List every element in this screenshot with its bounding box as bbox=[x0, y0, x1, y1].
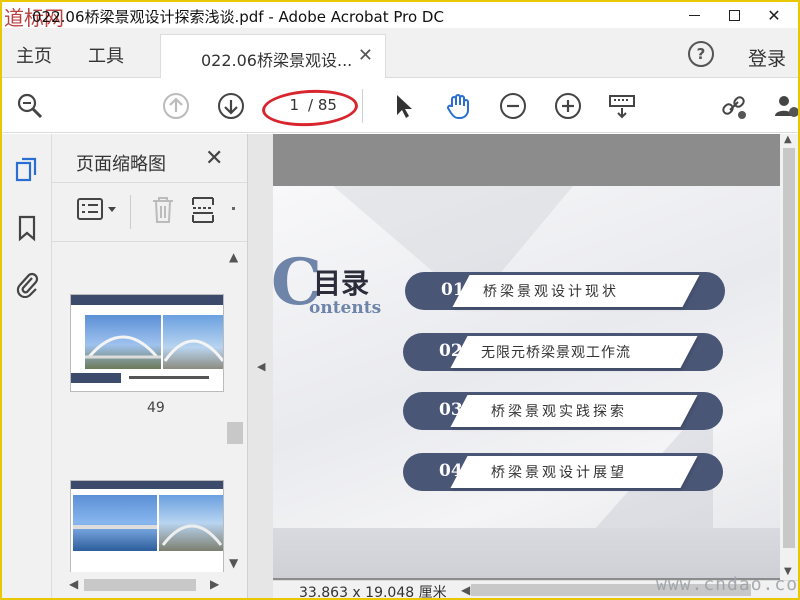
extract-pages-icon[interactable] bbox=[190, 195, 216, 225]
document-view[interactable]: C 目录 ontents 01 桥梁景观设计现状 02 无限元桥梁景观工作流 0… bbox=[273, 134, 780, 580]
login-button[interactable]: 登录 bbox=[748, 44, 786, 71]
thumb-photo-left bbox=[73, 495, 157, 551]
document-tab-label: 022.06桥梁景观设... bbox=[201, 51, 353, 70]
page-thumbnail-49[interactable] bbox=[70, 294, 224, 392]
scrollbar-thumb[interactable] bbox=[783, 148, 795, 548]
scroll-right-icon[interactable]: ▶ bbox=[210, 577, 219, 591]
close-icon: ✕ bbox=[767, 5, 781, 25]
next-page-icon[interactable] bbox=[217, 92, 245, 120]
panel-tools-divider bbox=[130, 195, 131, 229]
thumbnail-page-number: 49 bbox=[147, 400, 165, 416]
toc-number: 03 bbox=[439, 400, 463, 420]
toolbar-divider bbox=[362, 89, 363, 123]
zoom-out-icon[interactable] bbox=[499, 92, 527, 120]
slide-subheading: ontents bbox=[309, 298, 382, 318]
collapse-left-icon[interactable]: ◀ bbox=[257, 360, 265, 373]
thumbnail-horizontal-scrollbar[interactable]: ◀ ▶ bbox=[66, 576, 226, 594]
site-watermark: www.cndao.com bbox=[656, 574, 798, 595]
page-dimensions: 33.863 x 19.048 厘米 bbox=[299, 585, 447, 598]
page-thumbnail-50[interactable] bbox=[70, 480, 224, 572]
bridge-arch-icon bbox=[85, 335, 161, 359]
toc-item-3: 03 桥梁景观实践探索 bbox=[403, 392, 723, 430]
page-thumbnails-icon[interactable] bbox=[14, 156, 40, 184]
hand-tool-icon[interactable] bbox=[444, 92, 472, 120]
thumbnail-tools bbox=[52, 182, 247, 242]
zoom-in-icon[interactable] bbox=[554, 92, 582, 120]
toc-text: 桥梁景观设计现状 bbox=[483, 284, 619, 300]
title-bar: 道标网 022.06桥梁景观设计探索浅谈.pdf - Adobe Acrobat… bbox=[2, 2, 798, 30]
highlight-ellipse bbox=[261, 87, 359, 129]
menu-bar: 主页 工具 022.06桥梁景观设... ✕ ? 登录 bbox=[2, 28, 798, 78]
thumbnail-panel: 页面缩略图 ✕ 49 ▲ ▼ ◀ ▶ bbox=[52, 134, 247, 598]
document-tab[interactable]: 022.06桥梁景观设... ✕ bbox=[160, 34, 386, 78]
pdf-page: C 目录 ontents 01 桥梁景观设计现状 02 无限元桥梁景观工作流 0… bbox=[273, 186, 780, 578]
slide-heading: 目录 bbox=[313, 267, 370, 300]
select-cursor-icon[interactable] bbox=[390, 92, 418, 120]
keyboard-icon[interactable] bbox=[608, 92, 636, 120]
share-link-icon[interactable] bbox=[720, 92, 748, 120]
scroll-up-icon[interactable]: ▲ bbox=[784, 134, 792, 145]
close-tab-icon[interactable]: ✕ bbox=[358, 45, 373, 66]
scroll-left-icon[interactable]: ◀ bbox=[69, 577, 78, 591]
toc-number: 04 bbox=[439, 461, 463, 481]
attachment-icon[interactable] bbox=[14, 270, 40, 298]
thumb-photo-left bbox=[85, 315, 161, 369]
bridge-deck bbox=[73, 525, 157, 529]
thumb-header-bar bbox=[71, 481, 223, 489]
close-window-button[interactable]: ✕ bbox=[754, 2, 794, 28]
delete-page-icon[interactable] bbox=[150, 195, 176, 225]
thumbnail-vertical-scrollbar[interactable]: ▲ ▼ bbox=[225, 248, 243, 574]
toc-item-1: 01 桥梁景观设计现状 bbox=[405, 272, 725, 310]
maximize-icon bbox=[728, 9, 740, 21]
thumbnail-options-icon[interactable] bbox=[76, 197, 118, 223]
thumb-photo-right bbox=[163, 315, 223, 369]
menu-home[interactable]: 主页 bbox=[16, 42, 52, 68]
slide-bottom-band bbox=[273, 528, 780, 578]
thumb-photo-right bbox=[159, 495, 223, 551]
close-panel-icon[interactable]: ✕ bbox=[205, 146, 223, 171]
toc-item-2: 02 无限元桥梁景观工作流 bbox=[403, 333, 723, 371]
toc-text: 桥梁景观实践探索 bbox=[491, 404, 627, 420]
zoom-search-icon[interactable] bbox=[16, 92, 44, 120]
minimize-icon bbox=[688, 14, 700, 16]
left-rail bbox=[2, 134, 52, 598]
toc-number: 01 bbox=[441, 280, 465, 300]
minimize-button[interactable] bbox=[674, 2, 714, 28]
panel-collapse-strip[interactable]: ◀ bbox=[247, 134, 273, 598]
menu-tools[interactable]: 工具 bbox=[88, 42, 124, 68]
bridge-arch-icon bbox=[161, 524, 223, 546]
document-vertical-scrollbar[interactable]: ▲ ▼ bbox=[780, 134, 798, 580]
toc-item-4: 04 桥梁景观设计展望 bbox=[403, 453, 723, 491]
more-tools-dot[interactable] bbox=[232, 207, 235, 210]
toc-text: 无限元桥梁景观工作流 bbox=[481, 345, 631, 361]
slide-big-letter: C bbox=[273, 245, 322, 320]
bookmark-icon[interactable] bbox=[14, 214, 40, 242]
bridge-arch-icon bbox=[163, 339, 223, 362]
scrollbar-thumb[interactable] bbox=[84, 579, 196, 591]
window-title: 022.06桥梁景观设计探索浅谈.pdf - Adobe Acrobat Pro… bbox=[32, 8, 444, 26]
scroll-down-icon[interactable]: ▼ bbox=[229, 556, 238, 570]
previous-page-icon[interactable] bbox=[162, 92, 190, 120]
thumb-caption-line bbox=[129, 376, 209, 379]
scroll-left-icon[interactable]: ◀ bbox=[461, 583, 470, 597]
toc-number: 02 bbox=[439, 341, 463, 361]
scrollbar-thumb[interactable] bbox=[227, 422, 243, 444]
add-user-icon[interactable] bbox=[772, 92, 798, 120]
acrobat-window: 道标网 022.06桥梁景观设计探索浅谈.pdf - Adobe Acrobat… bbox=[2, 2, 798, 598]
toolbar: 1 / 85 bbox=[2, 79, 798, 133]
scroll-up-icon[interactable]: ▲ bbox=[229, 250, 238, 264]
thumb-header-bar bbox=[71, 295, 223, 305]
help-icon[interactable]: ? bbox=[688, 41, 714, 67]
thumb-footer-tag bbox=[71, 373, 121, 383]
maximize-button[interactable] bbox=[714, 2, 754, 28]
thumbnail-panel-title: 页面缩略图 bbox=[76, 154, 166, 175]
toc-text: 桥梁景观设计展望 bbox=[491, 465, 627, 481]
